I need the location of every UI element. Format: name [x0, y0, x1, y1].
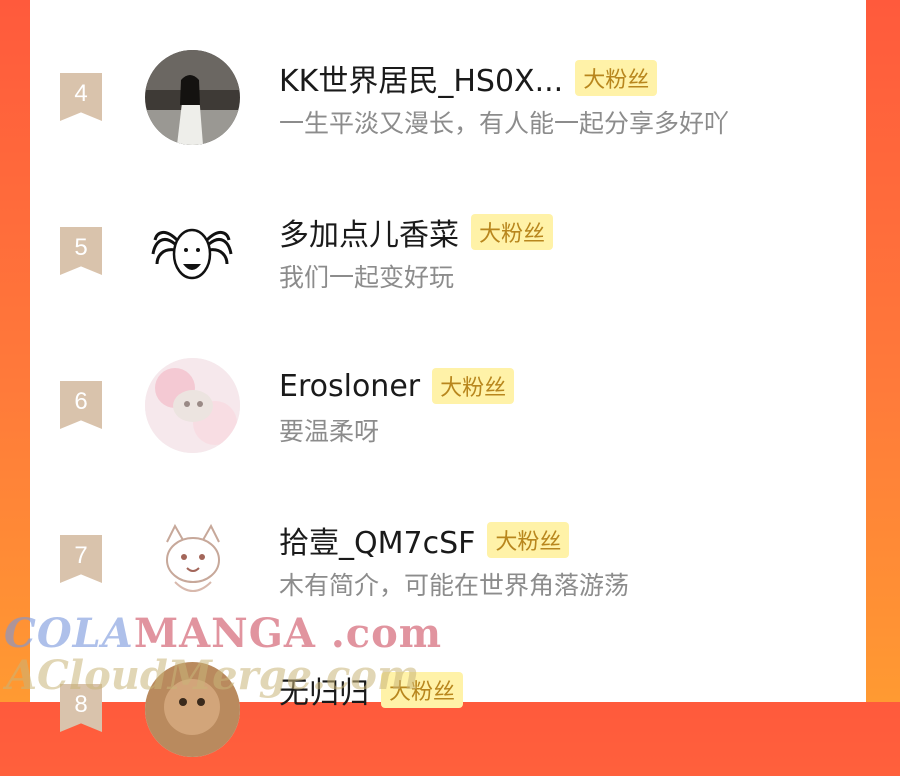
user-name[interactable]: KK世界居民_HS0X...: [279, 56, 563, 100]
rank-ribbon: 4: [60, 73, 102, 121]
avatar[interactable]: [145, 358, 240, 453]
fan-badge: 大粉丝: [471, 214, 554, 250]
list-item[interactable]: 6 Erosloner 大粉丝 要温柔呀: [30, 348, 866, 468]
fan-badge: 大粉丝: [575, 60, 658, 96]
rank-ribbon: 5: [60, 227, 102, 275]
list-item[interactable]: 5 多加点儿香菜 大粉丝 我们一起变好玩: [30, 194, 866, 314]
user-name[interactable]: Erosloner: [279, 369, 420, 404]
fan-badge: 大粉丝: [487, 522, 570, 558]
user-bio: 木有简介，可能在世界角落游荡: [279, 571, 630, 600]
fan-badge: 大粉丝: [432, 368, 515, 404]
watermark-acloudmerge: ACloudMerge.com: [6, 652, 420, 699]
fan-ranking-list: 4 KK世界居民_HS0X... 大粉丝 一生平淡又漫长，有人能一起分享多好吖 …: [30, 0, 866, 757]
list-item[interactable]: 7 拾壹_QM7cSF 大粉丝 木有简介，可能在世界角落游荡: [30, 502, 866, 622]
avatar[interactable]: [145, 512, 240, 607]
rank-ribbon: 7: [60, 535, 102, 583]
user-bio: 要温柔呀: [279, 417, 380, 446]
avatar[interactable]: [145, 50, 240, 145]
user-name[interactable]: 拾壹_QM7cSF: [279, 518, 475, 562]
user-bio: 一生平淡又漫长，有人能一起分享多好吖: [279, 109, 730, 138]
list-item[interactable]: 4 KK世界居民_HS0X... 大粉丝 一生平淡又漫长，有人能一起分享多好吖: [30, 40, 866, 160]
user-bio: 我们一起变好玩: [279, 263, 455, 292]
user-name[interactable]: 多加点儿香菜: [279, 210, 459, 254]
watermark-colamanga: COLAMANGA .com: [4, 610, 443, 657]
rank-ribbon: 6: [60, 381, 102, 429]
avatar[interactable]: [145, 204, 240, 299]
